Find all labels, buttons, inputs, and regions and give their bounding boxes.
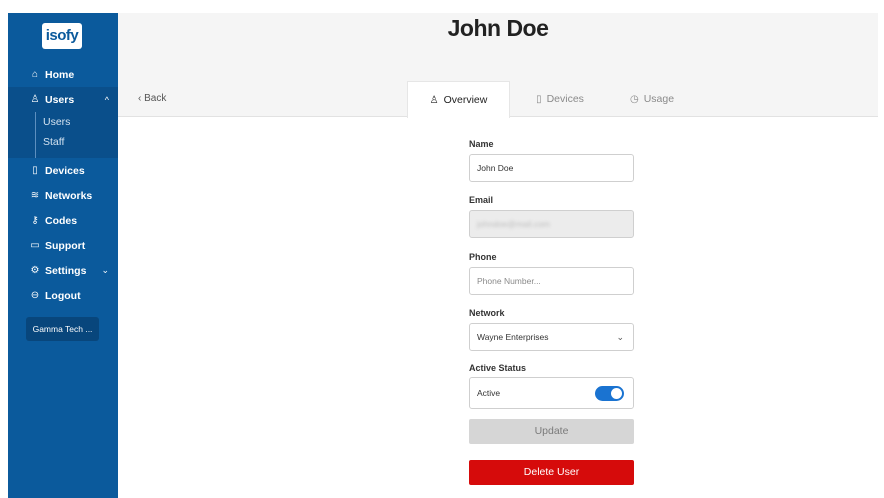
- sidebar-item-networks[interactable]: ≋ Networks: [8, 183, 118, 208]
- clock-icon: ◷: [629, 93, 639, 105]
- tab-usage[interactable]: ◷ Usage: [610, 81, 694, 117]
- wifi-icon: ≋: [30, 190, 40, 201]
- network-value: Wayne Enterprises: [477, 332, 549, 342]
- sidebar-item-users[interactable]: ♙ Users ^: [8, 87, 118, 112]
- status-value: Active: [477, 388, 501, 398]
- tab-bar: ♙ Overview ▯ Devices ◷ Usage: [407, 81, 694, 118]
- back-button[interactable]: ‹ Back: [138, 93, 166, 104]
- isofy-logo[interactable]: isofy: [42, 23, 82, 49]
- update-button[interactable]: Update: [469, 419, 634, 444]
- sidebar-item-label: Home: [45, 68, 75, 81]
- sidebar-item-label: Settings: [45, 264, 87, 277]
- users-subnav: Users Staff: [8, 112, 118, 158]
- name-field[interactable]: John Doe: [469, 154, 634, 182]
- sidebar-item-settings[interactable]: ⚙ Settings ⌄: [8, 258, 118, 283]
- chevron-up-icon: ^: [104, 94, 109, 105]
- sidebar-item-label: Users: [45, 93, 75, 106]
- chevron-down-icon: ⌄: [101, 265, 109, 275]
- page-header: John Doe ‹ Back ♙ Overview ▯ Devices ◷ U…: [118, 13, 878, 118]
- chevron-left-icon: ‹: [138, 93, 142, 104]
- network-label: Network: [469, 308, 505, 318]
- sidebar-item-label: Networks: [45, 189, 93, 202]
- toggle-knob: [611, 388, 622, 399]
- back-label: Back: [144, 93, 167, 104]
- organization-switcher[interactable]: Gamma Tech ...: [26, 317, 99, 341]
- sidebar-item-label: Support: [45, 239, 86, 252]
- name-label: Name: [469, 139, 494, 149]
- subnav-item-users[interactable]: Users: [8, 112, 118, 132]
- device-icon: ▯: [32, 165, 38, 176]
- subnav-item-staff[interactable]: Staff: [8, 132, 118, 152]
- tab-overview[interactable]: ♙ Overview: [407, 81, 510, 118]
- sidebar-item-devices[interactable]: ▯ Devices: [8, 158, 118, 183]
- device-icon: ▯: [536, 93, 542, 105]
- user-icon: ♙: [429, 94, 439, 106]
- network-select[interactable]: Wayne Enterprises ⌄: [469, 323, 634, 351]
- sidebar-item-home[interactable]: ⌂ Home: [8, 62, 118, 87]
- sidebar-item-label: Devices: [45, 164, 85, 177]
- chevron-down-icon: ⌄: [616, 331, 624, 342]
- logout-icon: ⊖: [30, 290, 40, 301]
- sidebar-nav: ⌂ Home ♙ Users ^ Users Staff ▯ Devices ≋…: [8, 62, 118, 308]
- sidebar-item-support[interactable]: ▭ Support: [8, 233, 118, 258]
- key-icon: ⚷: [31, 215, 39, 226]
- sidebar-item-label: Logout: [45, 289, 81, 302]
- ticket-icon: ▭: [30, 240, 40, 251]
- home-icon: ⌂: [31, 69, 39, 80]
- tab-label: Usage: [643, 93, 675, 105]
- sidebar-item-logout[interactable]: ⊖ Logout: [8, 283, 118, 308]
- email-field: johndoe@mail.com: [469, 210, 634, 238]
- sidebar-item-label: Codes: [45, 214, 78, 227]
- sidebar-item-codes[interactable]: ⚷ Codes: [8, 208, 118, 233]
- status-field: Active: [469, 377, 634, 409]
- email-label: Email: [469, 195, 494, 205]
- tab-devices[interactable]: ▯ Devices: [510, 81, 610, 117]
- email-value: johndoe@mail.com: [477, 219, 550, 229]
- tab-label: Devices: [546, 93, 584, 105]
- page-title: John Doe: [447, 15, 549, 41]
- tab-label: Overview: [443, 94, 488, 106]
- status-label: Active Status: [469, 363, 527, 373]
- gear-icon: ⚙: [30, 265, 40, 276]
- sidebar: isofy ⌂ Home ♙ Users ^ Users Staff ▯ Dev…: [8, 13, 118, 498]
- delete-user-button[interactable]: Delete User: [469, 460, 634, 485]
- phone-label: Phone: [469, 252, 497, 262]
- active-status-toggle[interactable]: [595, 386, 624, 401]
- phone-field[interactable]: Phone Number...: [469, 267, 634, 295]
- user-icon: ♙: [30, 94, 40, 105]
